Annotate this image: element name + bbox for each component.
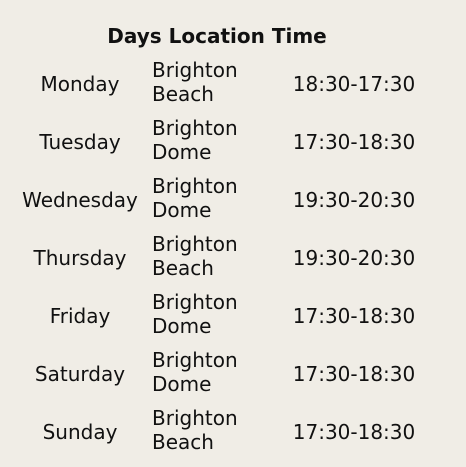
- location-line-2: Dome: [152, 314, 212, 338]
- time-cell: 17:30-18:30: [292, 362, 416, 386]
- time-cell: 17:30-18:30: [292, 304, 416, 328]
- location-cell: Brighton Dome: [152, 174, 272, 226]
- table-row: Tuesday Brighton Dome 17:30-18:30: [0, 116, 466, 168]
- location-line-1: Brighton: [152, 116, 238, 140]
- table-header: Days Location Time: [107, 24, 327, 48]
- day-cell: Thursday: [33, 246, 127, 270]
- location-line-2: Beach: [152, 82, 214, 106]
- location-cell: Brighton Beach: [152, 406, 272, 458]
- day-cell: Monday: [40, 72, 120, 96]
- table-row: Monday Brighton Beach 18:30-17:30: [0, 58, 466, 110]
- location-line-2: Beach: [152, 430, 214, 454]
- table-row: Sunday Brighton Beach 17:30-18:30: [0, 406, 466, 458]
- location-cell: Brighton Dome: [152, 116, 272, 168]
- location-line-1: Brighton: [152, 232, 238, 256]
- location-line-1: Brighton: [152, 174, 238, 198]
- day-cell: Saturday: [34, 362, 126, 386]
- table-row: Friday Brighton Dome 17:30-18:30: [0, 290, 466, 342]
- location-line-2: Beach: [152, 256, 214, 280]
- day-cell: Friday: [49, 304, 111, 328]
- location-line-1: Brighton: [152, 290, 238, 314]
- table-row: Saturday Brighton Dome 17:30-18:30: [0, 348, 466, 400]
- location-cell: Brighton Dome: [152, 348, 272, 400]
- location-line-2: Dome: [152, 140, 212, 164]
- time-cell: 19:30-20:30: [292, 246, 416, 270]
- day-cell: Sunday: [42, 420, 118, 444]
- time-cell: 17:30-18:30: [292, 130, 416, 154]
- day-cell: Wednesday: [22, 188, 138, 212]
- location-line-2: Dome: [152, 198, 212, 222]
- location-cell: Brighton Beach: [152, 232, 272, 284]
- location-line-1: Brighton: [152, 348, 238, 372]
- schedule-table: Days Location Time Monday Brighton Beach…: [0, 0, 466, 467]
- location-line-1: Brighton: [152, 58, 238, 82]
- location-cell: Brighton Beach: [152, 58, 272, 110]
- table-row: Thursday Brighton Beach 19:30-20:30: [0, 232, 466, 284]
- time-cell: 19:30-20:30: [292, 188, 416, 212]
- location-line-1: Brighton: [152, 406, 238, 430]
- location-cell: Brighton Dome: [152, 290, 272, 342]
- table-row: Wednesday Brighton Dome 19:30-20:30: [0, 174, 466, 226]
- day-cell: Tuesday: [39, 130, 121, 154]
- time-cell: 18:30-17:30: [292, 72, 416, 96]
- location-line-2: Dome: [152, 372, 212, 396]
- time-cell: 17:30-18:30: [292, 420, 416, 444]
